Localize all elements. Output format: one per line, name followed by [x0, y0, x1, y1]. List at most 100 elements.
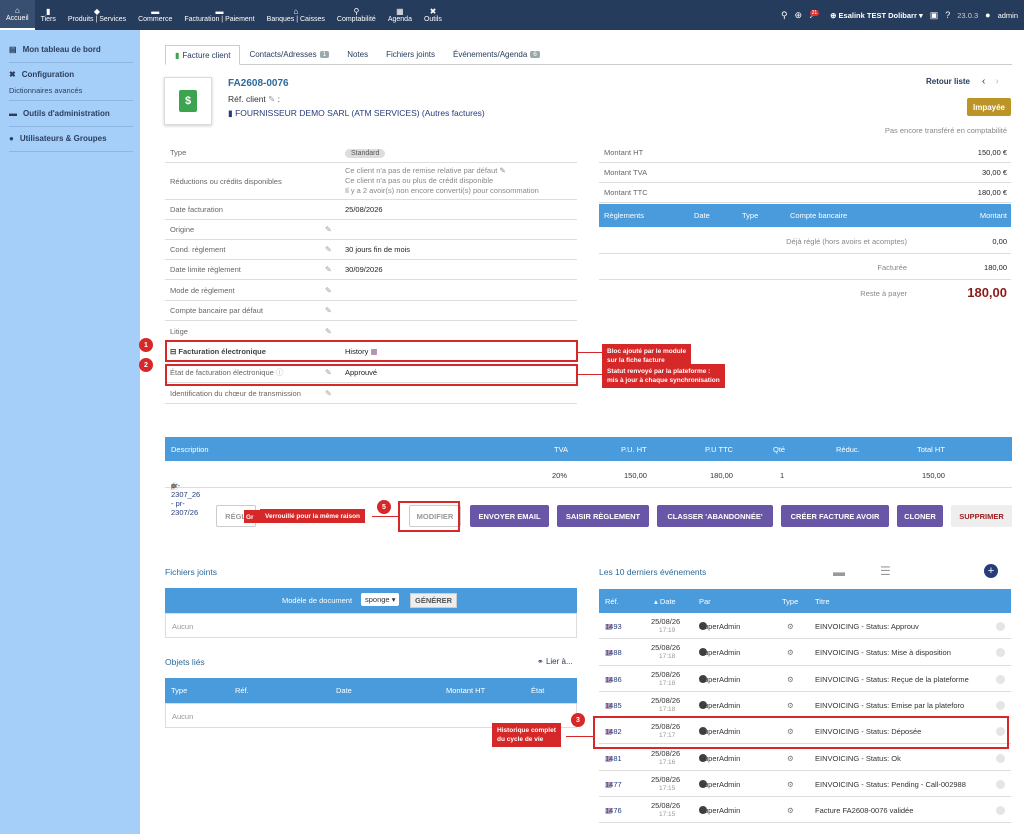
pencil-icon[interactable]: ✎ — [499, 166, 505, 175]
arrow-5 — [372, 516, 398, 517]
column-header[interactable]: Réf. — [605, 597, 619, 606]
printer-icon[interactable]: ▣ — [930, 10, 939, 21]
chevron-left-icon[interactable]: ‹ — [982, 76, 985, 87]
reste-a-payer: Reste à payer 180,00 — [599, 280, 1011, 306]
highlight-box-5 — [398, 501, 460, 532]
table-row[interactable]: ▦ 1477 25/08/26 17:15 SuperAdmin ⚙ EINVOICING… — [599, 771, 1011, 798]
files-title: Fichiers joints — [165, 567, 217, 577]
tab-contacts[interactable]: Contacts/Adresses 1 — [240, 45, 338, 64]
pencil-icon[interactable]: ✎ — [325, 389, 332, 398]
field-cond-reglement: Cond. règlement ✎ 30 jours fin de mois — [165, 240, 577, 260]
column-header[interactable]: Titre — [815, 597, 830, 606]
info-icon: ⓘ — [171, 482, 179, 491]
sidebar-item-dashboard[interactable]: ▤ Mon tableau de bord — [9, 45, 133, 54]
gear-icon: ⚙ — [787, 674, 794, 684]
tab-label: Fichiers joints — [386, 50, 436, 59]
tab-label: Contacts/Adresses — [249, 50, 317, 59]
sidebar-item-configuration[interactable]: ✖ Configuration — [9, 70, 133, 79]
cell-puht: 150,00 — [624, 471, 647, 480]
cloner-button[interactable]: CLONER — [897, 505, 943, 527]
table-row[interactable]: ▦ 1486 25/08/26 17:18 SuperAdmin ⚙ EINVOICING… — [599, 666, 1011, 692]
pencil-icon[interactable]: ✎ — [325, 306, 332, 315]
event-title: Facture FA2608-0076 validée — [815, 806, 914, 816]
tab-evenements[interactable]: Événements/Agenda 6 — [444, 45, 549, 64]
thirdparty-link[interactable]: ▮ FOURNISSEUR DEMO SARL (ATM SERVICES) (… — [228, 108, 485, 119]
sidebar-item-admin-tools[interactable]: ▬ Outils d'administration — [9, 109, 133, 118]
table-row[interactable]: ▦ 1485 25/08/26 17:18 SuperAdmin ⚙ EINVOICING… — [599, 692, 1011, 719]
column-header: P.U. HT — [621, 445, 647, 454]
column-header: TVA — [554, 445, 569, 454]
chat-icon[interactable]: ▬ — [833, 565, 845, 579]
column-header[interactable]: Par — [699, 597, 711, 606]
link-label: Lier à... — [545, 657, 573, 666]
send-email-button[interactable]: ENVOYER EMAIL — [470, 505, 549, 527]
column-header-date[interactable]: ▴ Date — [654, 597, 676, 606]
sidebar-item-users[interactable]: ● Utilisateurs & Groupes — [9, 134, 133, 143]
field-value: 25/08/2026 — [345, 205, 383, 214]
menu-accueil[interactable]: ⌂ Accueil — [0, 0, 35, 30]
plus-circle-icon[interactable]: ⊕ — [795, 10, 803, 21]
menu-agenda[interactable]: ▦ Agenda — [382, 0, 418, 30]
menu-commerce[interactable]: ▬ Commerce — [132, 0, 178, 30]
cell-qty: 1 — [780, 471, 785, 480]
column-header: Type — [742, 211, 759, 220]
table-row[interactable]: ▦ 1476 25/08/26 17:15 SuperAdmin ⚙ Facture FA… — [599, 797, 1011, 824]
menu-tiers[interactable]: ▮ Tiers — [35, 0, 62, 30]
user-icon[interactable]: ● — [985, 10, 990, 20]
amount-label: Montant TVA — [604, 168, 648, 177]
building-icon: ▮ — [46, 7, 51, 16]
column-header-text: Date — [659, 597, 676, 606]
pencil-icon[interactable]: ✎ — [325, 245, 332, 254]
menu-label: Tiers — [40, 16, 56, 23]
model-select[interactable]: sponge ▾ — [361, 593, 400, 606]
menu-banques[interactable]: ⌂ Banques | Caisses — [261, 0, 331, 30]
payments-header: Règlements Date Type Compte bancaire Mon… — [599, 204, 1011, 227]
sidebar-label: Configuration — [21, 70, 75, 79]
highlight-box-2 — [165, 364, 578, 386]
pencil-icon[interactable]: ✎ — [325, 225, 332, 234]
event-title: EINVOICING - Status: Ok — [815, 753, 901, 763]
table-row[interactable]: ▦ 1493 25/08/26 17:19 SuperAdmin ⚙ EINVOICING… — [599, 613, 1011, 640]
link-to-button[interactable]: ⚭ Lier à... — [537, 657, 573, 666]
column-header: Règlements — [604, 211, 645, 220]
generate-button[interactable]: GÉNÉRER — [410, 593, 458, 608]
table-row[interactable]: ▦ 1488 25/08/26 17:18 SuperAdmin ⚙ EINVOICING… — [599, 639, 1011, 666]
event-status-dot — [996, 806, 1005, 816]
column-header[interactable]: Type — [782, 597, 798, 606]
list-icon[interactable]: ☰ — [880, 564, 891, 578]
tab-label: Facture client — [182, 50, 231, 60]
menu-outils[interactable]: ✖ Outils — [418, 0, 448, 30]
field-label: Origine — [170, 225, 195, 234]
pencil-icon[interactable]: ✎ — [325, 286, 332, 295]
pencil-icon[interactable]: ✎ — [268, 94, 275, 104]
user-name[interactable]: admin — [998, 11, 1018, 20]
menu-produits[interactable]: ◆ Produits | Services — [62, 0, 132, 30]
help-icon[interactable]: ? — [945, 10, 950, 20]
chevron-right-icon[interactable]: › — [995, 76, 998, 87]
reduction-line: Il y a 2 avoir(s) non encore converti(s)… — [345, 186, 539, 195]
event-time: 17:16 — [659, 758, 676, 766]
sum-value: 180,00 — [967, 285, 1007, 300]
sidebar-sub-dictionnaires[interactable]: Dictionnaires avancés — [9, 86, 82, 95]
sum-label: Déjà réglé (hors avoirs et acomptes) — [786, 237, 907, 246]
invoice-icon: $ — [179, 90, 197, 112]
add-event-icon[interactable]: + — [984, 564, 998, 578]
back-to-list-link[interactable]: Retour liste — [926, 77, 970, 86]
menu-facturation[interactable]: ▬ Facturation | Paiement — [178, 0, 260, 30]
menu-label: Commerce — [138, 16, 173, 23]
tab-notes[interactable]: Notes — [338, 45, 377, 64]
saisir-reglement-button[interactable]: SAISIR RÈGLEMENT — [557, 505, 649, 527]
bell-icon[interactable]: ♪21 — [809, 10, 823, 20]
supprimer-button[interactable]: SUPPRIMER — [951, 505, 1012, 527]
classer-abandonnee-button[interactable]: CLASSER 'ABANDONNÉE' — [657, 505, 773, 527]
pencil-icon[interactable]: ✎ — [325, 265, 332, 274]
pencil-icon[interactable]: ✎ — [325, 327, 332, 336]
search-icon[interactable]: ⚲ — [781, 10, 788, 21]
notification-count: 21 — [809, 10, 820, 16]
tab-fichiers[interactable]: Fichiers joints — [377, 45, 444, 64]
menu-label: Outils — [423, 16, 442, 23]
menu-comptabilite[interactable]: ⚲ Comptabilité — [331, 0, 382, 30]
company-selector[interactable]: ⊕ Esalink TEST Dolibarr ▾ — [830, 11, 923, 20]
creer-avoir-button[interactable]: CRÉER FACTURE AVOIR — [781, 505, 889, 527]
tab-facture-client[interactable]: ▮ Facture client — [165, 45, 241, 65]
